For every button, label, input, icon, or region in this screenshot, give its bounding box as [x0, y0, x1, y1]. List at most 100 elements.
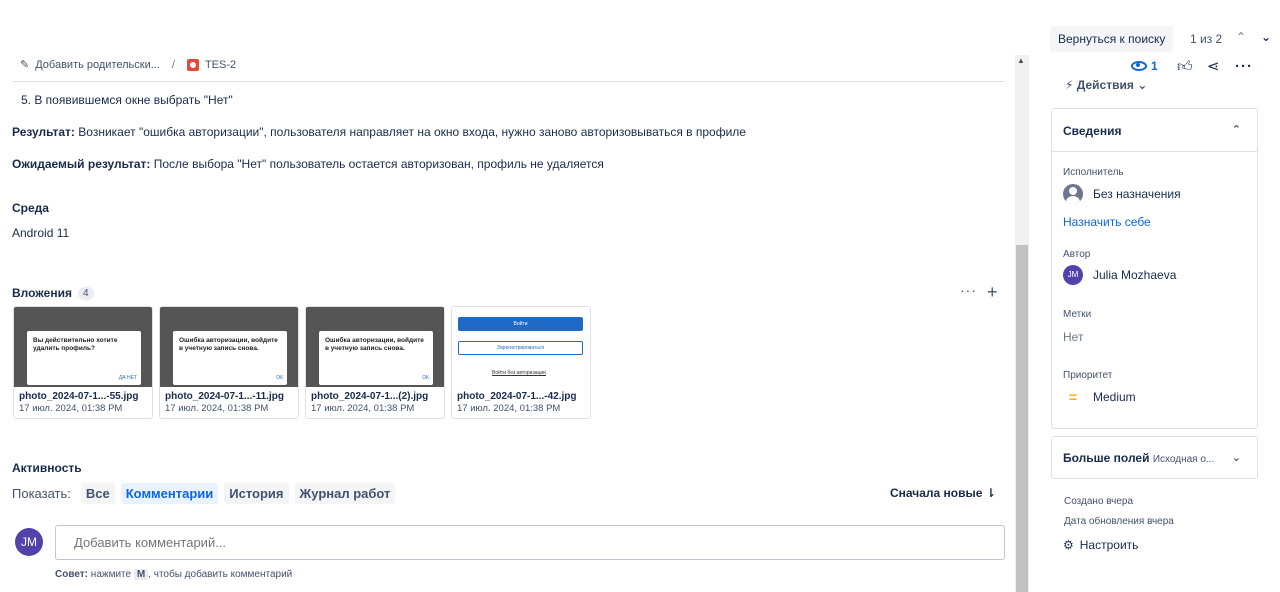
more-fields-title: Больше полей [1063, 451, 1150, 465]
labels-label: Метки [1063, 309, 1092, 320]
scrollbar-thumb[interactable] [1016, 245, 1028, 592]
filter-all[interactable]: Все [80, 483, 115, 504]
assignee-name: Без назначения [1093, 187, 1181, 201]
watch-button[interactable]: 1 [1131, 59, 1158, 73]
result-text: Результат: Возникает "ошибка авторизации… [12, 125, 746, 139]
details-title: Сведения [1063, 124, 1122, 138]
more-actions-icon[interactable]: ··· [1235, 58, 1253, 75]
preview-dialog-text: Ошибка авторизации, войдите в учетную за… [325, 337, 424, 352]
filter-history[interactable]: История [224, 483, 289, 504]
chevron-down-icon: ⌄ [1231, 452, 1241, 464]
issue-key-link[interactable]: TES-2 [205, 59, 236, 71]
step-text: 5. В появившемся окне выбрать "Нет" [21, 93, 233, 107]
priority-value[interactable]: = Medium [1063, 389, 1136, 405]
labels-text: Нет [1063, 330, 1084, 344]
attachments-count: 4 [77, 286, 94, 300]
eye-icon [1131, 61, 1147, 71]
assignee-value[interactable]: Без назначения [1063, 184, 1181, 204]
lightning-icon: ⚡︎ [1065, 78, 1074, 92]
attachment-filename: photo_2024-07-1...-11.jpg [165, 391, 284, 402]
breadcrumb: ✎ Добавить родительски... / TES-2 [20, 58, 236, 71]
chevron-down-icon[interactable]: ⌄ [1261, 30, 1271, 44]
attachment-date: 17 июл. 2024, 01:38 PM [457, 403, 561, 414]
attachment-card[interactable]: Войти Зарегистрироваться Войти без автор… [451, 306, 591, 419]
priority-label: Приоритет [1063, 370, 1113, 381]
chevron-up-icon: ⌃ [1231, 124, 1241, 136]
chevron-up-icon[interactable]: ⌃ [1236, 30, 1246, 44]
preview-dialog-button: ДА НЕТ [118, 375, 137, 381]
more-fields-sub: Исходная о... [1152, 454, 1215, 465]
preview-dialog-button: ОК [422, 375, 429, 381]
share-icon[interactable]: ⋖ [1207, 57, 1220, 75]
breadcrumb-separator: / [171, 58, 175, 71]
comment-tip: Совет: нажмите M, чтобы добавить коммент… [55, 569, 292, 580]
chevron-down-icon: ⌄ [1137, 78, 1148, 92]
filter-comments[interactable]: Комментарии [120, 483, 219, 504]
attachments-title: Вложения [12, 286, 72, 300]
attachment-filename: photo_2024-07-1...-42.jpg [457, 391, 577, 402]
attachment-card[interactable]: Ошибка авторизации, войдите в учетную за… [159, 306, 299, 419]
attachment-date: 17 июл. 2024, 01:38 PM [19, 403, 123, 414]
back-to-search-button[interactable]: Вернуться к поиску [1050, 26, 1174, 52]
attachment-card[interactable]: Ошибка авторизации, войдите в учетную за… [305, 306, 445, 419]
attachment-filename: photo_2024-07-1...(2).jpg [311, 391, 429, 402]
details-header[interactable]: Сведения ⌃ [1052, 109, 1257, 152]
attachment-preview: Войти Зарегистрироваться Войти без автор… [452, 307, 590, 387]
activity-heading: Активность [12, 461, 82, 475]
attachment-card[interactable]: Вы действительно хотите удалить профиль?… [13, 306, 153, 419]
more-icon[interactable]: ··· [960, 282, 977, 298]
updated-text: Дата обновления вчера [1064, 516, 1174, 527]
expected-label: Ожидаемый результат: [12, 157, 151, 171]
pencil-icon: ✎ [20, 59, 30, 71]
add-parent-link[interactable]: Добавить родительски... [35, 59, 160, 71]
tip-text-end: , чтобы добавить комментарий [148, 569, 293, 580]
filter-worklog[interactable]: Журнал работ [294, 483, 396, 504]
environment-value: Android 11 [12, 226, 70, 240]
watch-count: 1 [1151, 59, 1158, 73]
author-value[interactable]: JM Julia Mozhaeva [1063, 265, 1176, 285]
created-text: Создано вчера [1064, 496, 1134, 507]
sort-button[interactable]: Сначала новые ⇂ [890, 486, 996, 500]
actions-label: Действия [1076, 78, 1134, 92]
preview-login-button: Войти [458, 317, 583, 331]
thumbs-up-icon[interactable]: 👍︎ [1177, 58, 1193, 76]
tip-key: M [133, 569, 149, 580]
add-attachment-icon[interactable]: + [987, 282, 998, 303]
priority-text: Medium [1093, 390, 1136, 404]
assign-to-me-link[interactable]: Назначить себе [1063, 215, 1151, 229]
activity-filters: Показать: Все Комментарии История Журнал… [12, 483, 396, 504]
actions-menu[interactable]: ⚡︎ Действия ⌄ [1065, 78, 1147, 92]
priority-medium-icon: = [1068, 389, 1078, 405]
attachment-preview: Ошибка авторизации, войдите в учетную за… [306, 307, 444, 387]
attachment-date: 17 июл. 2024, 01:38 PM [165, 403, 269, 414]
tip-label: Совет: [55, 569, 89, 580]
preview-dialog-text: Вы действительно хотите удалить профиль? [33, 337, 118, 352]
preview-register-button: Зарегистрироваться [458, 341, 583, 355]
pager: 1 из 2 [1190, 32, 1223, 46]
attachment-preview: Вы действительно хотите удалить профиль?… [14, 307, 152, 387]
configure-button[interactable]: ⚙ Настроить [1063, 538, 1138, 552]
author-label: Автор [1063, 249, 1091, 260]
author-name: Julia Mozhaeva [1093, 268, 1177, 282]
scroll-up-arrow-icon[interactable]: ▲ [1017, 56, 1025, 65]
assignee-label: Исполнитель [1063, 167, 1124, 178]
comment-input[interactable] [55, 525, 1005, 560]
avatar: JM [1063, 265, 1083, 285]
preview-dialog-button: ОК [276, 375, 283, 381]
environment-heading: Среда [12, 201, 49, 215]
more-fields-panel[interactable]: Больше полей Исходная о... ⌄ [1051, 436, 1258, 479]
attachments-heading: Вложения 4 [12, 286, 94, 300]
divider [12, 81, 1005, 82]
avatar: JM [15, 528, 43, 556]
attachment-date: 17 июл. 2024, 01:38 PM [311, 403, 415, 414]
result-label: Результат: [12, 125, 75, 139]
configure-label: Настроить [1079, 538, 1139, 552]
labels-value[interactable]: Нет [1063, 330, 1083, 344]
result-value: Возникает "ошибка авторизации", пользова… [74, 125, 746, 139]
expected-text: Ожидаемый результат: После выбора "Нет" … [12, 157, 604, 171]
user-icon [1063, 184, 1083, 204]
bug-icon [186, 58, 199, 71]
expected-value: После выбора "Нет" пользователь остается… [150, 157, 604, 171]
preview-link: Войти без авторизации [492, 370, 546, 376]
tip-text: нажмите [88, 569, 134, 580]
